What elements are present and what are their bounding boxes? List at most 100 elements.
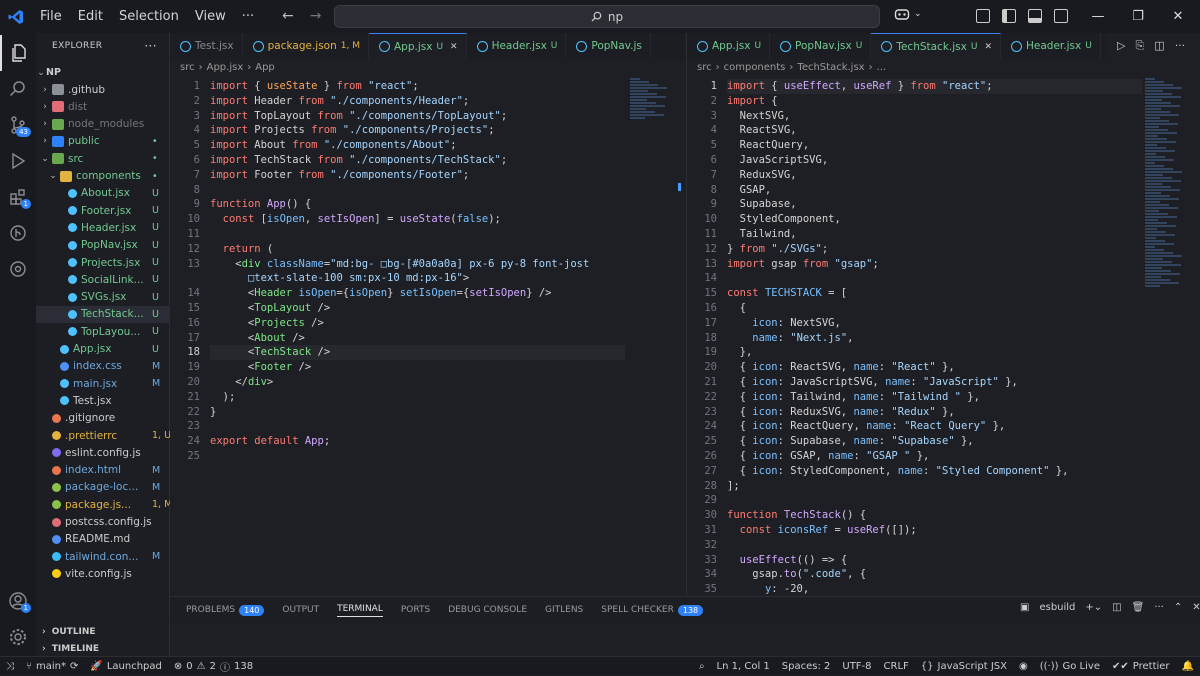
file-item[interactable]: index.html M <box>36 462 170 479</box>
file-item[interactable]: main.jsx M <box>36 375 170 392</box>
gitlens-activity[interactable] <box>0 215 36 251</box>
remote-indicator[interactable]: ⤨ <box>0 657 20 676</box>
file-item[interactable]: package-loc... M <box>36 479 170 496</box>
editor-tab[interactable]: package.json 1, M <box>243 33 369 59</box>
panel-tab[interactable]: TERMINAL <box>337 604 383 617</box>
folder-item[interactable]: ⌄ src • <box>36 150 170 167</box>
timeline-section[interactable]: › TIMELINE <box>36 640 170 657</box>
folder-item[interactable]: › public • <box>36 133 170 150</box>
breadcrumb-item[interactable]: App.jsx <box>207 62 244 73</box>
panel-tab[interactable]: OUTPUT <box>282 605 319 615</box>
folder-item[interactable]: › dist <box>36 98 170 115</box>
breadcrumb-item[interactable]: src <box>697 62 712 73</box>
folder-item[interactable]: ⌄ components • <box>36 168 170 185</box>
manage-activity[interactable] <box>0 619 36 655</box>
file-item[interactable]: eslint.config.js <box>36 444 170 461</box>
breadcrumb-item[interactable]: components <box>724 62 786 73</box>
panel-tab[interactable]: GITLENS <box>545 605 583 615</box>
file-item[interactable]: package.js... 1, M <box>36 496 170 513</box>
menu-edit[interactable]: Edit <box>70 0 111 33</box>
more-actions-icon[interactable]: ··· <box>1154 602 1164 613</box>
breadcrumb-item[interactable]: App <box>255 62 275 73</box>
file-item[interactable]: index.css M <box>36 358 170 375</box>
menu-view[interactable]: View <box>187 0 234 33</box>
menu-file[interactable]: File <box>32 0 70 33</box>
folder-item[interactable]: › node_modules <box>36 116 170 133</box>
editor-tab[interactable]: PopNav.jsx U <box>770 33 872 59</box>
compare-icon[interactable]: ⎘ <box>1135 39 1144 53</box>
source-control-activity[interactable]: 43 <box>0 107 36 143</box>
file-item[interactable]: .gitignore <box>36 410 170 427</box>
close-icon[interactable]: ✕ <box>450 42 458 52</box>
close-panel-icon[interactable]: ✕ <box>1192 602 1200 613</box>
prettier-status[interactable]: ✔✔ Prettier <box>1106 657 1176 676</box>
extensions-activity[interactable]: 1 <box>0 179 36 215</box>
launchpad-indicator[interactable]: 🚀 Launchpad <box>84 657 168 676</box>
file-item[interactable]: PopNav.jsx U <box>36 237 170 254</box>
restore-icon[interactable]: ❐ <box>1118 0 1158 33</box>
file-item[interactable]: Projects.jsx U <box>36 254 170 271</box>
file-item[interactable]: vite.config.js <box>36 565 170 582</box>
go-live-button[interactable]: ((·)) Go Live <box>1034 657 1106 676</box>
explorer-activity[interactable] <box>0 35 36 71</box>
menu-selection[interactable]: Selection <box>111 0 187 33</box>
split-editor-icon[interactable]: ◫ <box>1154 39 1164 53</box>
run-debug-activity[interactable] <box>0 143 36 179</box>
file-item[interactable]: App.jsx U <box>36 341 170 358</box>
remote-explorer-activity[interactable] <box>0 251 36 287</box>
encoding[interactable]: UTF-8 <box>836 657 877 676</box>
editor-tab[interactable]: Header.jsx U <box>467 33 567 59</box>
maximize-panel-icon[interactable]: ⌃ <box>1174 602 1182 613</box>
minimap[interactable] <box>1145 77 1185 288</box>
folder-item[interactable]: › .github <box>36 81 170 98</box>
breadcrumb-item[interactable]: TechStack.jsx <box>797 62 864 73</box>
file-item[interactable]: TopLayou... U <box>36 323 170 340</box>
panel-tab[interactable]: DEBUG CONSOLE <box>448 605 527 615</box>
panel-tab[interactable]: PORTS <box>401 605 430 615</box>
copilot-status[interactable]: ◉ <box>1013 657 1034 676</box>
cursor-position[interactable]: Ln 1, Col 1 <box>711 657 776 676</box>
file-item[interactable]: Test.jsx <box>36 392 170 409</box>
more-actions-icon[interactable]: ··· <box>1175 39 1186 53</box>
new-terminal-icon[interactable]: +⌄ <box>1085 602 1102 613</box>
command-center-search[interactable]: np <box>334 5 880 28</box>
editor-tab[interactable]: PopNav.js <box>566 33 651 59</box>
toggle-panel-icon[interactable] <box>1028 9 1042 23</box>
editor-tab[interactable]: App.jsx U ✕ <box>368 33 467 59</box>
close-window-icon[interactable]: ✕ <box>1158 0 1198 33</box>
file-item[interactable]: About.jsx U <box>36 185 170 202</box>
copilot-button[interactable]: ⌄ <box>894 7 922 21</box>
close-icon[interactable]: ✕ <box>984 42 992 52</box>
line-endings[interactable]: CRLF <box>878 657 915 676</box>
more-actions-icon[interactable]: ··· <box>144 39 157 53</box>
tree-root[interactable]: ⌄ NP <box>36 64 170 81</box>
file-item[interactable]: Footer.jsx U <box>36 202 170 219</box>
panel-tab[interactable]: SPELL CHECKER 138 <box>601 604 704 616</box>
toggle-sidebar-icon[interactable] <box>1002 9 1016 23</box>
file-item[interactable]: README.md <box>36 531 170 548</box>
editor-tab[interactable]: App.jsx U <box>687 33 771 59</box>
editor-tab[interactable]: Test.jsx <box>170 33 243 59</box>
terminal-name[interactable]: esbuild <box>1039 602 1075 613</box>
branch-indicator[interactable]: ⑂ main* ⟳ <box>20 657 84 676</box>
toggle-secondary-sidebar-icon[interactable] <box>1054 9 1068 23</box>
panel-tab[interactable]: PROBLEMS 140 <box>186 604 265 616</box>
file-item[interactable]: tailwind.con... M <box>36 548 170 565</box>
file-item[interactable]: Header.jsx U <box>36 219 170 236</box>
breadcrumb-item[interactable]: src <box>180 62 195 73</box>
editor-tab[interactable]: Header.jsx U <box>1001 33 1101 59</box>
run-icon[interactable]: ▷ <box>1117 39 1125 53</box>
forward-arrow-icon[interactable]: → <box>310 8 322 24</box>
language-mode[interactable]: {} JavaScript JSX <box>915 657 1013 676</box>
layout-customize-icon[interactable] <box>976 9 990 23</box>
problems-indicator[interactable]: ⊗ 0 ⚠ 2 ⓘ 138 <box>168 657 259 676</box>
outline-section[interactable]: › OUTLINE <box>36 623 170 640</box>
notifications-button[interactable]: 🔔 <box>1176 657 1200 676</box>
minimize-icon[interactable]: — <box>1078 0 1118 33</box>
accounts-activity[interactable]: 1 <box>0 583 36 619</box>
file-item[interactable]: postcss.config.js <box>36 514 170 531</box>
file-item[interactable]: TechStack... U <box>36 305 170 323</box>
menu-more[interactable]: ··· <box>234 0 262 33</box>
breadcrumb-item[interactable]: ... <box>877 62 887 73</box>
zoom-indicator[interactable]: ⌕ <box>693 657 711 676</box>
